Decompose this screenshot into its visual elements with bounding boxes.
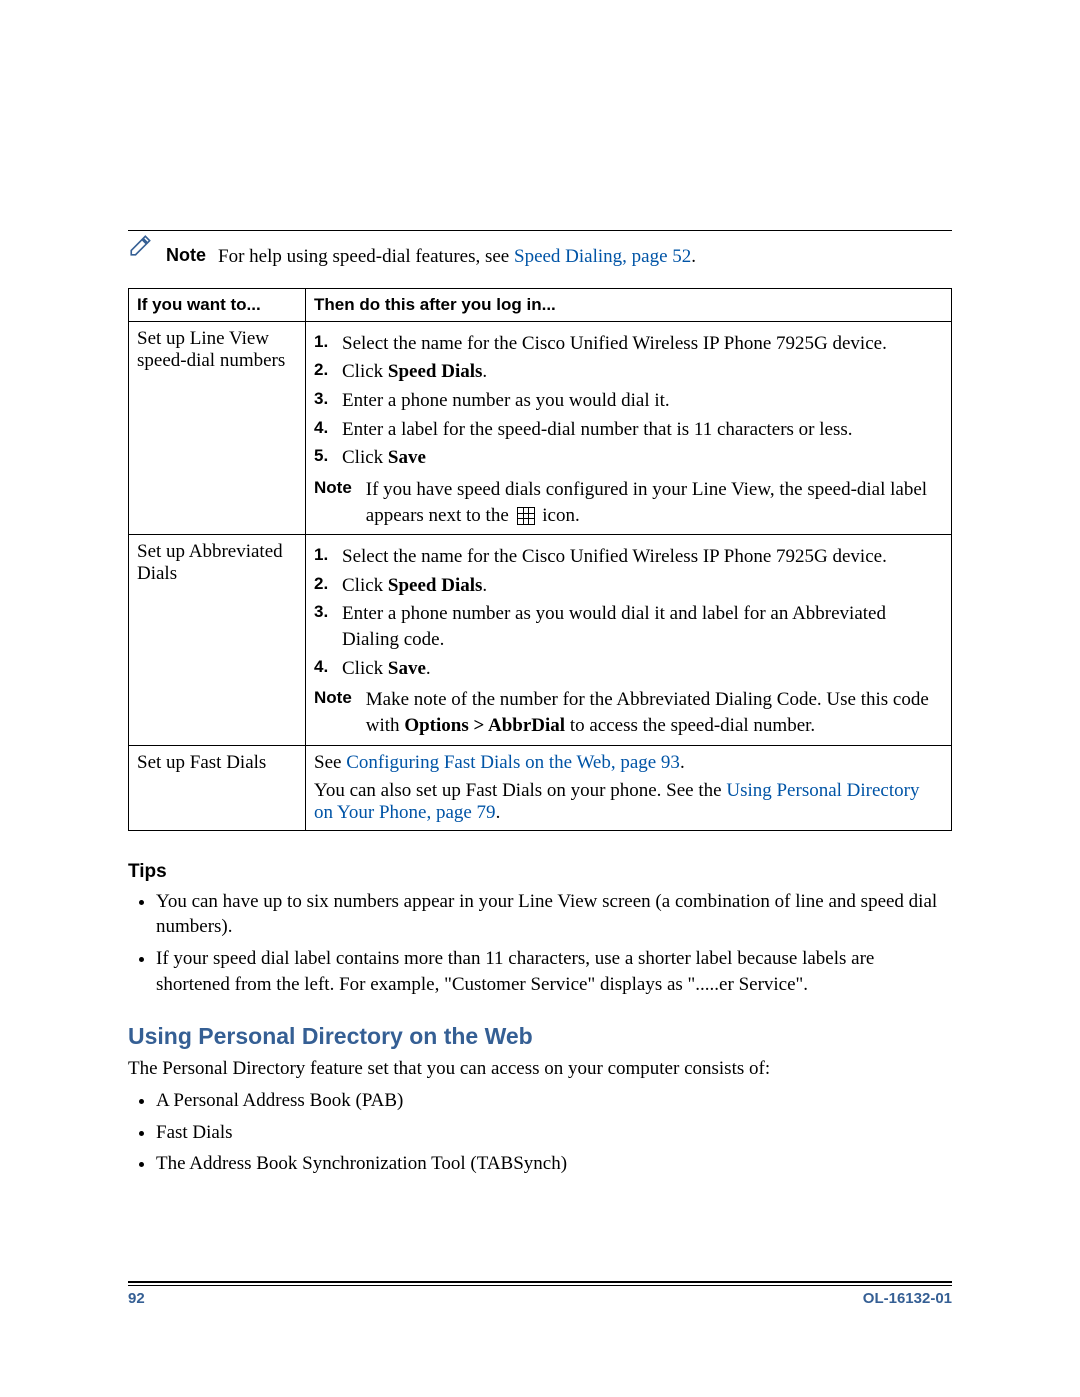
note-text: Make note of the number for the Abbrevia… — [366, 687, 943, 738]
horizontal-rule — [128, 1285, 952, 1286]
tips-list: You can have up to six numbers appear in… — [128, 889, 952, 998]
steps-cell: See Configuring Fast Dials on the Web, p… — [306, 745, 952, 830]
list-item: A Personal Address Book (PAB) — [156, 1088, 952, 1114]
note-label: Note — [314, 687, 352, 738]
list-item: The Address Book Synchronization Tool (T… — [156, 1151, 952, 1177]
list-item: If your speed dial label contains more t… — [156, 946, 952, 997]
section-heading: Using Personal Directory on the Web — [128, 1023, 952, 1050]
note-callout: Note For help using speed-dial features,… — [128, 245, 952, 270]
note-text: For help using speed-dial features, see … — [218, 245, 696, 270]
list-item: Enter a phone number as you would dial i… — [334, 388, 943, 414]
list-item: You can have up to six numbers appear in… — [156, 889, 952, 940]
page-footer: 92 OL-16132-01 — [128, 1281, 952, 1307]
list-item: Click Save. — [334, 656, 943, 682]
steps-cell: Select the name for the Cisco Unified Wi… — [306, 321, 952, 534]
list-item: Enter a phone number as you would dial i… — [334, 601, 943, 652]
steps-cell: Select the name for the Cisco Unified Wi… — [306, 535, 952, 745]
list-item: Select the name for the Cisco Unified Wi… — [334, 331, 943, 357]
task-cell: Set up Line View speed-dial numbers — [129, 321, 306, 534]
list-item: Click Save — [334, 445, 943, 471]
pencil-icon — [128, 245, 154, 263]
note-text: If you have speed dials configured in yo… — [366, 477, 943, 528]
link-speed-dialing[interactable]: Speed Dialing, page 52 — [514, 246, 691, 267]
list-item: Click Speed Dials. — [334, 359, 943, 385]
section-intro: The Personal Directory feature set that … — [128, 1056, 952, 1082]
list-item: Select the name for the Cisco Unified Wi… — [334, 544, 943, 570]
page-number: 92 — [128, 1290, 145, 1307]
list-item: Fast Dials — [156, 1120, 952, 1146]
horizontal-rule — [128, 230, 952, 231]
horizontal-rule — [128, 1281, 952, 1283]
tips-heading: Tips — [128, 861, 952, 883]
note-label: Note — [166, 245, 206, 266]
body-line: See Configuring Fast Dials on the Web, p… — [314, 752, 943, 774]
task-cell: Set up Abbreviated Dials — [129, 535, 306, 745]
instruction-table: If you want to... Then do this after you… — [128, 288, 952, 831]
list-item: Enter a label for the speed-dial number … — [334, 417, 943, 443]
note-label: Note — [314, 477, 352, 528]
list-item: Click Speed Dials. — [334, 573, 943, 599]
inner-note: Note If you have speed dials configured … — [314, 477, 943, 528]
inner-note: Note Make note of the number for the Abb… — [314, 687, 943, 738]
table-row: Set up Abbreviated Dials Select the name… — [129, 535, 952, 745]
document-id: OL-16132-01 — [863, 1290, 952, 1307]
document-page: Note For help using speed-dial features,… — [0, 0, 1080, 1397]
speed-dial-grid-icon — [517, 507, 535, 525]
link-fast-dials-web[interactable]: Configuring Fast Dials on the Web, page … — [346, 752, 680, 773]
table-header-right: Then do this after you log in... — [306, 288, 952, 321]
body-line: You can also set up Fast Dials on your p… — [314, 780, 943, 824]
table-row: Set up Line View speed-dial numbers Sele… — [129, 321, 952, 534]
section-list: A Personal Address Book (PAB) Fast Dials… — [128, 1088, 952, 1177]
task-cell: Set up Fast Dials — [129, 745, 306, 830]
table-header-left: If you want to... — [129, 288, 306, 321]
table-row: Set up Fast Dials See Configuring Fast D… — [129, 745, 952, 830]
